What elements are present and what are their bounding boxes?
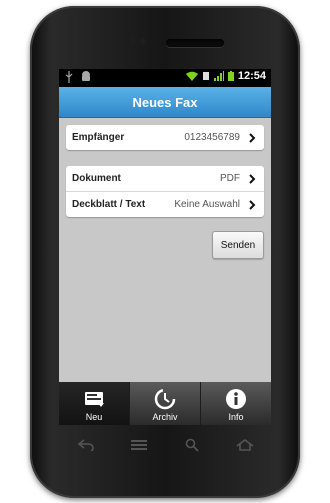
earpiece <box>166 39 224 47</box>
chevron-right-icon <box>249 199 256 210</box>
menu-button[interactable] <box>126 437 152 453</box>
recipient-value: 0123456789 <box>184 132 240 143</box>
chevron-right-icon <box>249 132 256 143</box>
sensor <box>130 38 136 44</box>
android-icon <box>82 71 90 81</box>
document-label: Dokument <box>72 173 121 184</box>
tab-new[interactable]: Neu <box>59 382 129 425</box>
document-row[interactable]: Dokument PDF <box>66 166 264 191</box>
archive-icon <box>154 388 176 410</box>
clock: 12:54 <box>237 70 266 82</box>
page-title: Neues Fax <box>132 94 198 110</box>
chevron-right-icon <box>249 173 256 184</box>
document-group: Dokument PDF Deckblatt / Text Keine Ausw… <box>66 166 264 217</box>
wifi-icon <box>185 71 198 81</box>
info-icon <box>226 389 246 409</box>
home-button[interactable] <box>232 437 258 453</box>
battery-icon <box>227 71 234 81</box>
cover-label: Deckblatt / Text <box>72 199 146 210</box>
status-bar: 12:54 <box>59 69 271 87</box>
usb-icon <box>65 71 73 83</box>
back-button[interactable] <box>73 437 99 453</box>
search-icon <box>185 438 199 452</box>
back-icon <box>77 439 94 451</box>
tab-bar: Neu Archiv Info <box>59 382 271 425</box>
tab-info[interactable]: Info <box>200 382 271 425</box>
signal-icon <box>213 71 224 81</box>
tab-archive[interactable]: Archiv <box>129 382 200 425</box>
tab-label: Info <box>228 412 244 422</box>
recipient-group: Empfänger 0123456789 <box>66 125 264 150</box>
document-value: PDF <box>220 173 240 184</box>
title-bar: Neues Fax <box>59 87 271 118</box>
menu-icon <box>130 440 147 450</box>
search-button[interactable] <box>179 437 205 453</box>
hardware-nav-bar <box>59 433 271 457</box>
cover-value: Keine Auswahl <box>174 199 240 210</box>
send-button[interactable]: Senden <box>212 231 264 259</box>
recipient-row[interactable]: Empfänger 0123456789 <box>66 125 264 150</box>
sync-icon <box>202 72 209 80</box>
new-fax-icon <box>85 392 104 407</box>
recipient-label: Empfänger <box>72 132 125 143</box>
cover-row[interactable]: Deckblatt / Text Keine Auswahl <box>66 191 264 217</box>
sensor <box>140 38 146 44</box>
home-icon <box>236 439 253 451</box>
tab-label: Archiv <box>152 412 178 422</box>
tab-label: Neu <box>85 412 103 422</box>
app-screen: 12:54 Neues Fax Empfänger 0123456789 Dok… <box>59 69 271 425</box>
